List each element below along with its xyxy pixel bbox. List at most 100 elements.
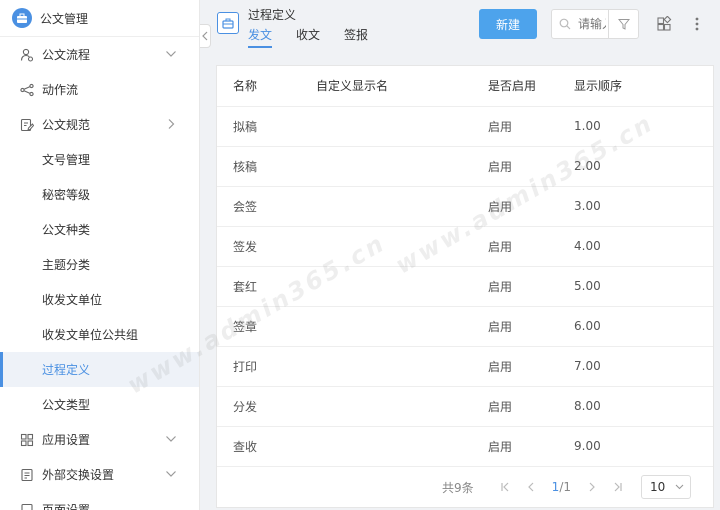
table-row[interactable]: 打印 启用 7.00 — [217, 346, 713, 387]
sidebar-item[interactable]: 公文规范 — [0, 107, 199, 142]
search-icon — [552, 18, 578, 30]
prev-page-icon[interactable] — [520, 476, 542, 498]
more-vertical-icon[interactable] — [687, 14, 707, 34]
cell-display-name — [316, 146, 488, 187]
sidebar-collapse-button[interactable] — [200, 24, 211, 48]
cell-enabled: 启用 — [488, 226, 574, 267]
app-title: 公文管理 — [40, 11, 89, 26]
cell-name: 核稿 — [217, 146, 316, 187]
briefcase-icon — [217, 12, 239, 34]
table-row[interactable]: 套红 启用 5.00 — [217, 266, 713, 307]
total-pages: /1 — [559, 480, 571, 494]
sidebar-item-label: 主题分类 — [42, 258, 91, 272]
chevron-left-icon — [202, 31, 208, 41]
first-page-icon[interactable] — [494, 476, 516, 498]
table-row[interactable]: 分发 启用 8.00 — [217, 386, 713, 427]
sidebar-item[interactable]: 文号管理 — [0, 142, 199, 177]
sidebar-item-label: 公文类型 — [42, 398, 91, 412]
sidebar-item-label: 收发文单位公共组 — [42, 328, 139, 342]
cell-order: 3.00 — [574, 186, 713, 227]
cell-order: 8.00 — [574, 386, 713, 427]
sidebar-item[interactable]: 公文类型 — [0, 387, 199, 422]
cell-name: 分发 — [217, 386, 316, 427]
next-page-icon[interactable] — [581, 476, 603, 498]
cell-order: 6.00 — [574, 306, 713, 347]
exchange-doc-icon — [20, 468, 34, 482]
cell-order: 5.00 — [574, 266, 713, 307]
sidebar-item[interactable]: 公文流程 — [0, 37, 199, 72]
cell-order: 1.00 — [574, 106, 713, 147]
cell-display-name — [316, 426, 488, 467]
sidebar-item[interactable]: 过程定义 — [0, 352, 199, 387]
table-row[interactable]: 拟稿 启用 1.00 — [217, 106, 713, 147]
cell-enabled: 启用 — [488, 426, 574, 467]
search-box — [551, 9, 639, 39]
sidebar-item-label: 公文流程 — [42, 48, 91, 62]
cell-display-name — [316, 266, 488, 307]
page-indicator: 1/1 — [552, 480, 571, 494]
layout-grid-icon[interactable] — [654, 14, 674, 34]
cell-display-name — [316, 386, 488, 427]
sidebar-item[interactable]: 应用设置 — [0, 422, 199, 457]
cell-enabled: 启用 — [488, 306, 574, 347]
chevron-down-icon — [165, 433, 177, 445]
cell-display-name — [316, 346, 488, 387]
cell-enabled: 启用 — [488, 386, 574, 427]
sidebar: 公文管理 公文流程动作流公文规范文号管理秘密等级公文种类主题分类收发文单位收发文… — [0, 0, 200, 510]
sidebar-item-label: 收发文单位 — [42, 293, 103, 307]
filter-icon[interactable] — [608, 10, 638, 38]
sidebar-item-label: 公文规范 — [42, 118, 91, 132]
process-table: 名称 自定义显示名 是否启用 显示顺序 拟稿 启用 1.00 核稿 启用 2.00 会签 启用… — [217, 66, 713, 467]
sidebar-item-label: 秘密等级 — [42, 188, 91, 202]
sidebar-item-label: 动作流 — [42, 83, 79, 97]
sidebar-item[interactable]: 公文种类 — [0, 212, 199, 247]
last-page-icon[interactable] — [607, 476, 629, 498]
sidebar-menu: 公文流程动作流公文规范文号管理秘密等级公文种类主题分类收发文单位收发文单位公共组… — [0, 37, 199, 510]
sidebar-item[interactable]: 秘密等级 — [0, 177, 199, 212]
cell-name: 拟稿 — [217, 106, 316, 147]
sidebar-item[interactable]: 主题分类 — [0, 247, 199, 282]
table-row[interactable]: 查收 启用 9.00 — [217, 426, 713, 467]
sidebar-item-label: 文号管理 — [42, 153, 91, 167]
cell-display-name — [316, 306, 488, 347]
sidebar-item[interactable]: 外部交换设置 — [0, 457, 199, 492]
sidebar-item-label: 过程定义 — [42, 363, 91, 377]
cell-name: 套红 — [217, 266, 316, 307]
cell-enabled: 启用 — [488, 146, 574, 187]
doc-edit-icon — [20, 118, 34, 132]
table-header-row: 名称 自定义显示名 是否启用 显示顺序 — [217, 66, 713, 107]
tab-report[interactable]: 签报 — [344, 26, 368, 48]
cell-order: 2.00 — [574, 146, 713, 187]
sidebar-item-label: 外部交换设置 — [42, 468, 115, 482]
column-header-order[interactable]: 显示顺序 — [574, 66, 713, 107]
search-input[interactable] — [578, 17, 606, 31]
column-header-display-name[interactable]: 自定义显示名 — [316, 66, 488, 107]
grid-icon — [20, 433, 34, 447]
new-button[interactable]: 新建 — [479, 9, 537, 39]
table-row[interactable]: 核稿 启用 2.00 — [217, 146, 713, 187]
cell-order: 4.00 — [574, 226, 713, 267]
sidebar-header[interactable]: 公文管理 — [0, 0, 199, 37]
tab-bar: 发文 收文 签报 — [248, 26, 392, 48]
column-header-enabled[interactable]: 是否启用 — [488, 66, 574, 107]
chevron-down-icon — [165, 468, 177, 480]
cell-name: 签发 — [217, 226, 316, 267]
sidebar-item[interactable]: 收发文单位公共组 — [0, 317, 199, 352]
cell-enabled: 启用 — [488, 346, 574, 387]
cell-enabled: 启用 — [488, 186, 574, 227]
sidebar-item[interactable]: 页面设置 — [0, 492, 199, 510]
table-row[interactable]: 签章 启用 6.00 — [217, 306, 713, 347]
column-header-name[interactable]: 名称 — [217, 66, 316, 107]
sidebar-item-label: 公文种类 — [42, 223, 91, 237]
user-flow-icon — [20, 48, 34, 62]
tab-outgoing[interactable]: 发文 — [248, 26, 273, 48]
sidebar-item[interactable]: 动作流 — [0, 72, 199, 107]
page-size-select[interactable]: 10 — [641, 475, 691, 499]
tab-incoming[interactable]: 收文 — [296, 26, 320, 48]
table-row[interactable]: 会签 启用 3.00 — [217, 186, 713, 227]
sidebar-item-label: 页面设置 — [42, 503, 91, 510]
sidebar-item[interactable]: 收发文单位 — [0, 282, 199, 317]
cell-enabled: 启用 — [488, 266, 574, 307]
table-row[interactable]: 签发 启用 4.00 — [217, 226, 713, 267]
page-title: 过程定义 — [248, 8, 297, 22]
